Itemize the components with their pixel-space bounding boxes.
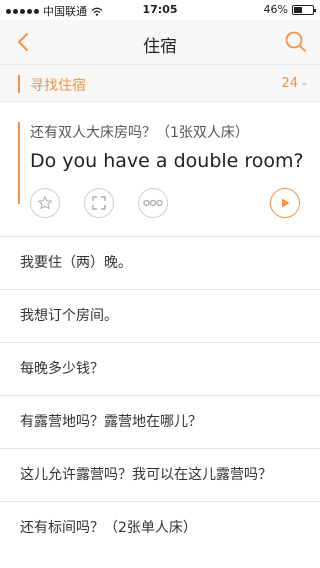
featured-english: Do you have a double room? [30, 150, 304, 172]
more-button[interactable] [138, 188, 168, 218]
list-item-text: 我想订个房间。 [20, 308, 118, 324]
category-header[interactable]: 寻找住宿 24 ⌄ [0, 64, 320, 102]
list-item[interactable]: 每晚多少钱？ [0, 342, 320, 395]
chevron-down-icon: ⌄ [300, 78, 308, 88]
page-title: 住宿 [143, 37, 177, 57]
search-button[interactable] [282, 28, 310, 56]
status-bar: 中国联通 17:05 46% [0, 0, 320, 20]
search-icon [285, 31, 306, 52]
play-icon [282, 198, 290, 208]
list-item-text: 每晚多少钱？ [20, 361, 104, 377]
featured-accent-bar [18, 122, 20, 204]
list-item-text: 还有标间吗？（2张单人床） [20, 520, 197, 536]
category-count: 24 [281, 76, 298, 91]
fullscreen-icon [92, 196, 106, 210]
list-item[interactable]: 这儿允许露营吗？我可以在这儿露营吗？ [0, 448, 320, 501]
featured-chinese: 还有双人大床房吗？（1张双人床） [30, 125, 249, 141]
status-right: 46% [263, 3, 316, 16]
battery-percent: 46% [263, 3, 288, 16]
list-item-text: 我要住（两）晚。 [20, 255, 132, 271]
battery-icon [292, 4, 316, 15]
list-item[interactable]: 有露营地吗？露营地在哪儿？ [0, 395, 320, 448]
list-item-text: 这儿允许露营吗？我可以在这儿露营吗？ [20, 467, 272, 483]
more-icon [143, 199, 163, 207]
list-item-text: 有露营地吗？露营地在哪儿？ [20, 414, 202, 430]
list-item[interactable]: 我想订个房间。 [0, 289, 320, 342]
featured-phrase: 还有双人大床房吗？（1张双人床） Do you have a double ro… [0, 102, 320, 236]
list-item[interactable]: 我要住（两）晚。 [0, 236, 320, 289]
fullscreen-button[interactable] [84, 188, 114, 218]
play-button[interactable] [270, 188, 300, 218]
battery-level [294, 6, 302, 13]
nav-bar: 住宿 [0, 20, 320, 64]
list-item[interactable]: 还有标间吗？（2张单人床） [0, 501, 320, 554]
star-icon [38, 196, 52, 210]
phrase-list: 我要住（两）晚。 我想订个房间。 每晚多少钱？ 有露营地吗？露营地在哪儿？ 这儿… [0, 236, 320, 554]
category-accent-bar [18, 75, 20, 93]
favorite-button[interactable] [30, 188, 60, 218]
category-title: 寻找住宿 [30, 78, 86, 94]
